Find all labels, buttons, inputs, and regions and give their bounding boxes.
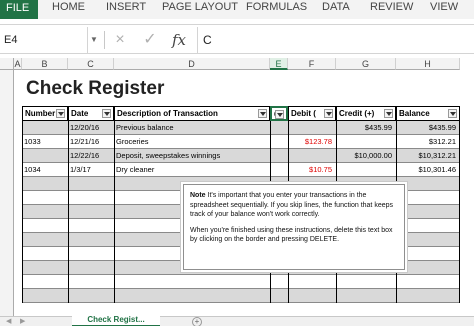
column-divider bbox=[22, 121, 23, 303]
tab-review[interactable]: REVIEW bbox=[370, 0, 413, 14]
table-row[interactable] bbox=[22, 275, 460, 289]
date-cell: 1/3/17 bbox=[70, 165, 91, 174]
balance-cell: $10,301.46 bbox=[418, 165, 456, 174]
header-balance-label: Balance bbox=[399, 109, 430, 118]
debit-cell: $123.78 bbox=[304, 137, 332, 146]
column-header-c[interactable]: C bbox=[68, 58, 114, 70]
column-header-b[interactable]: B bbox=[22, 58, 68, 70]
column-header-e[interactable]: E bbox=[270, 58, 288, 70]
credit-cell: $10,000.00 bbox=[354, 151, 392, 160]
header-credit-label: Credit (+) bbox=[339, 109, 375, 118]
row-divider bbox=[22, 148, 460, 149]
row-divider bbox=[22, 176, 460, 177]
number-cell: 1034 bbox=[24, 165, 41, 174]
column-divider bbox=[68, 121, 69, 303]
header-date[interactable]: Date bbox=[68, 106, 114, 121]
sheet-tab-bar: ◀ ▶ Check Regist... + bbox=[0, 315, 474, 326]
row-divider bbox=[22, 302, 460, 303]
select-all-corner[interactable] bbox=[0, 58, 14, 70]
column-divider bbox=[459, 121, 460, 303]
table-row[interactable]: 1034 1/3/17 Dry cleaner $10.75 $10,301.4… bbox=[22, 163, 460, 177]
sheet-tab-check-register[interactable]: Check Regist... bbox=[72, 315, 160, 326]
balance-cell: $10,312.21 bbox=[418, 151, 456, 160]
header-credit[interactable]: Credit (+) bbox=[336, 106, 396, 121]
header-description-label: Description of Transaction bbox=[117, 109, 218, 118]
header-description[interactable]: Description of Transaction bbox=[114, 106, 270, 121]
table-row[interactable]: 1033 12/21/16 Groceries $123.78 $312.21 bbox=[22, 135, 460, 149]
tab-home[interactable]: HOME bbox=[52, 0, 85, 14]
header-balance[interactable]: Balance bbox=[396, 106, 460, 121]
tab-data[interactable]: DATA bbox=[322, 0, 350, 14]
filter-dropdown-icon[interactable] bbox=[258, 109, 267, 118]
page-title: Check Register bbox=[26, 78, 165, 99]
row-divider bbox=[22, 274, 460, 275]
note-label: Note bbox=[190, 192, 206, 199]
row-divider bbox=[22, 134, 460, 135]
tab-page-layout[interactable]: PAGE LAYOUT bbox=[162, 0, 238, 14]
description-cell: Groceries bbox=[116, 137, 149, 146]
row-headers[interactable] bbox=[0, 70, 14, 316]
note-text-1: It's important that you enter your trans… bbox=[190, 192, 393, 218]
enter-icon[interactable]: ✓ bbox=[140, 27, 160, 53]
formula-input-divider bbox=[197, 27, 198, 53]
balance-cell: $312.21 bbox=[428, 137, 456, 146]
date-cell: 12/20/16 bbox=[70, 123, 100, 132]
column-divider bbox=[114, 121, 115, 303]
ribbon-tab-bar: FILE HOME INSERT PAGE LAYOUT FORMULAS DA… bbox=[0, 0, 474, 19]
row-divider bbox=[22, 288, 460, 289]
filter-dropdown-icon[interactable] bbox=[102, 109, 111, 118]
file-tab[interactable]: FILE bbox=[0, 0, 38, 19]
description-cell: Dry cleaner bbox=[116, 165, 155, 174]
cancel-icon[interactable]: × bbox=[110, 27, 130, 53]
header-cleared[interactable]: C bbox=[270, 106, 288, 121]
formula-bar: E4 ▼ × ✓ fx C bbox=[0, 24, 474, 54]
date-cell: 12/21/16 bbox=[70, 137, 100, 146]
formula-bar-divider bbox=[104, 31, 105, 49]
balance-cell: $435.99 bbox=[428, 123, 456, 132]
tab-formulas[interactable]: FORMULAS bbox=[246, 0, 307, 14]
next-sheet-icon[interactable]: ▶ bbox=[20, 317, 25, 326]
debit-cell: $10.75 bbox=[309, 165, 332, 174]
table-row[interactable]: 12/22/16 Deposit, sweepstakes winnings $… bbox=[22, 149, 460, 163]
table-row[interactable] bbox=[22, 289, 460, 303]
tab-view[interactable]: VIEW bbox=[430, 0, 458, 14]
prev-sheet-icon[interactable]: ◀ bbox=[6, 317, 11, 326]
description-cell: Previous balance bbox=[116, 123, 174, 132]
note-text-2: When you're finished using these instruc… bbox=[190, 226, 393, 244]
filter-dropdown-icon[interactable] bbox=[448, 109, 457, 118]
instructions-text-box[interactable]: Note It's important that you enter your … bbox=[183, 184, 405, 270]
column-header-d[interactable]: D bbox=[114, 58, 270, 70]
name-box[interactable]: E4 bbox=[0, 27, 88, 53]
note-paragraph-2: When you're finished using these instruc… bbox=[190, 226, 398, 245]
filter-dropdown-icon[interactable] bbox=[56, 109, 65, 118]
formula-input[interactable]: C bbox=[203, 27, 212, 53]
filter-dropdown-icon[interactable] bbox=[384, 109, 393, 118]
insert-function-icon[interactable]: fx bbox=[168, 27, 190, 53]
row-divider bbox=[22, 162, 460, 163]
column-header-g[interactable]: G bbox=[336, 58, 396, 70]
filter-dropdown-icon[interactable] bbox=[275, 110, 284, 119]
tab-insert[interactable]: INSERT bbox=[106, 0, 146, 14]
credit-cell: $435.99 bbox=[364, 123, 392, 132]
column-header-h[interactable]: H bbox=[396, 58, 460, 70]
number-cell: 1033 bbox=[24, 137, 41, 146]
name-box-dropdown-icon[interactable]: ▼ bbox=[90, 27, 102, 53]
column-header-f[interactable]: F bbox=[288, 58, 336, 70]
header-date-label: Date bbox=[71, 109, 89, 118]
date-cell: 12/22/16 bbox=[70, 151, 100, 160]
note-paragraph-1: Note It's important that you enter your … bbox=[190, 191, 398, 220]
add-sheet-icon[interactable]: + bbox=[192, 317, 202, 326]
filter-dropdown-icon[interactable] bbox=[324, 109, 333, 118]
header-number[interactable]: Number bbox=[22, 106, 68, 121]
header-number-label: Number bbox=[25, 109, 56, 118]
table-row[interactable]: 12/20/16 Previous balance $435.99 $435.9… bbox=[22, 121, 460, 135]
header-debit[interactable]: Debit ( bbox=[288, 106, 336, 121]
column-header-a[interactable]: A bbox=[14, 58, 22, 70]
header-debit-label: Debit ( bbox=[291, 109, 316, 118]
description-cell: Deposit, sweepstakes winnings bbox=[116, 151, 221, 160]
